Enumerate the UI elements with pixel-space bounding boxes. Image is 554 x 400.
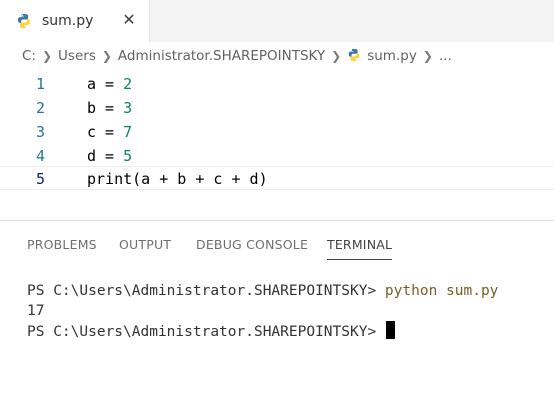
terminal-prompt: PS C:\Users\Administrator.SHAREPOINTSKY> — [27, 283, 385, 299]
code-line[interactable]: 1 a = 2 — [0, 72, 554, 96]
line-number: 5 — [36, 170, 46, 188]
line-number: 4 — [36, 147, 46, 165]
editor-tab-bar: sum.py ✕ — [0, 0, 554, 42]
chevron-right-icon: ❯ — [101, 49, 112, 63]
line-code: b = 3 — [87, 96, 132, 120]
terminal-line: PS C:\Users\Administrator.SHAREPOINTSKY>… — [27, 281, 498, 301]
breadcrumb: C: ❯ Users ❯ Administrator.SHAREPOINTSKY… — [0, 42, 554, 70]
chevron-right-icon: ❯ — [331, 49, 342, 63]
breadcrumb-file-label: sum.py — [367, 48, 417, 64]
panel-divider[interactable] — [0, 220, 554, 221]
tab-problems[interactable]: PROBLEMS — [27, 237, 97, 252]
code-line[interactable]: 3 c = 7 — [0, 120, 554, 144]
python-icon — [16, 13, 32, 29]
breadcrumb-file[interactable]: sum.py — [347, 48, 417, 64]
code-var: a — [87, 75, 97, 93]
breadcrumb-more[interactable]: ... — [439, 48, 452, 64]
code-editor[interactable]: 1 a = 2 2 b = 3 3 c = 7 4 d = 5 5 print(… — [0, 70, 554, 220]
chevron-right-icon: ❯ — [41, 49, 53, 63]
code-op: = — [96, 147, 124, 165]
code-var: b — [87, 99, 97, 117]
tab-terminal[interactable]: TERMINAL — [327, 237, 393, 260]
line-number: 1 — [36, 75, 46, 93]
code-number: 5 — [123, 147, 133, 165]
line-code: c = 7 — [87, 120, 132, 144]
breadcrumb-users[interactable]: Users — [58, 48, 96, 64]
terminal-command: python sum.py — [384, 283, 499, 299]
line-code: a = 2 — [87, 72, 132, 96]
panel-tab-bar: PROBLEMS OUTPUT DEBUG CONSOLE TERMINAL — [0, 232, 554, 262]
line-number: 2 — [36, 99, 46, 117]
tab-debug-console[interactable]: DEBUG CONSOLE — [196, 237, 308, 252]
code-op: = — [96, 123, 124, 141]
terminal-output: 17 — [27, 303, 45, 319]
breadcrumb-drive[interactable]: C: — [22, 48, 36, 64]
code-number: 3 — [123, 99, 133, 117]
code-number: 7 — [123, 123, 133, 141]
terminal-prompt: PS C:\Users\Administrator.SHAREPOINTSKY> — [27, 324, 385, 340]
code-op: = — [96, 99, 124, 117]
terminal[interactable]: PS C:\Users\Administrator.SHAREPOINTSKY>… — [0, 278, 554, 378]
editor-tab-sum-py[interactable]: sum.py ✕ — [0, 0, 150, 42]
breadcrumb-administrator[interactable]: Administrator.SHAREPOINTSKY — [118, 48, 325, 64]
line-code: d = 5 — [87, 144, 132, 168]
terminal-cursor — [385, 321, 395, 339]
terminal-line: PS C:\Users\Administrator.SHAREPOINTSKY> — [27, 321, 395, 341]
tab-output[interactable]: OUTPUT — [119, 237, 171, 252]
code-var: c — [87, 123, 97, 141]
line-code: print(a + b + c + d) — [87, 170, 268, 188]
code-op: = — [96, 75, 124, 93]
code-line[interactable]: 2 b = 3 — [0, 96, 554, 120]
code-line-current[interactable]: 5 print(a + b + c + d) — [0, 166, 554, 190]
chevron-right-icon: ❯ — [422, 49, 433, 63]
code-number: 2 — [123, 75, 133, 93]
line-number: 3 — [36, 123, 46, 141]
python-icon — [347, 48, 361, 62]
close-icon[interactable]: ✕ — [120, 11, 138, 29]
code-line[interactable]: 4 d = 5 — [0, 144, 554, 168]
tab-label: sum.py — [42, 13, 94, 29]
code-var: d — [87, 147, 97, 165]
